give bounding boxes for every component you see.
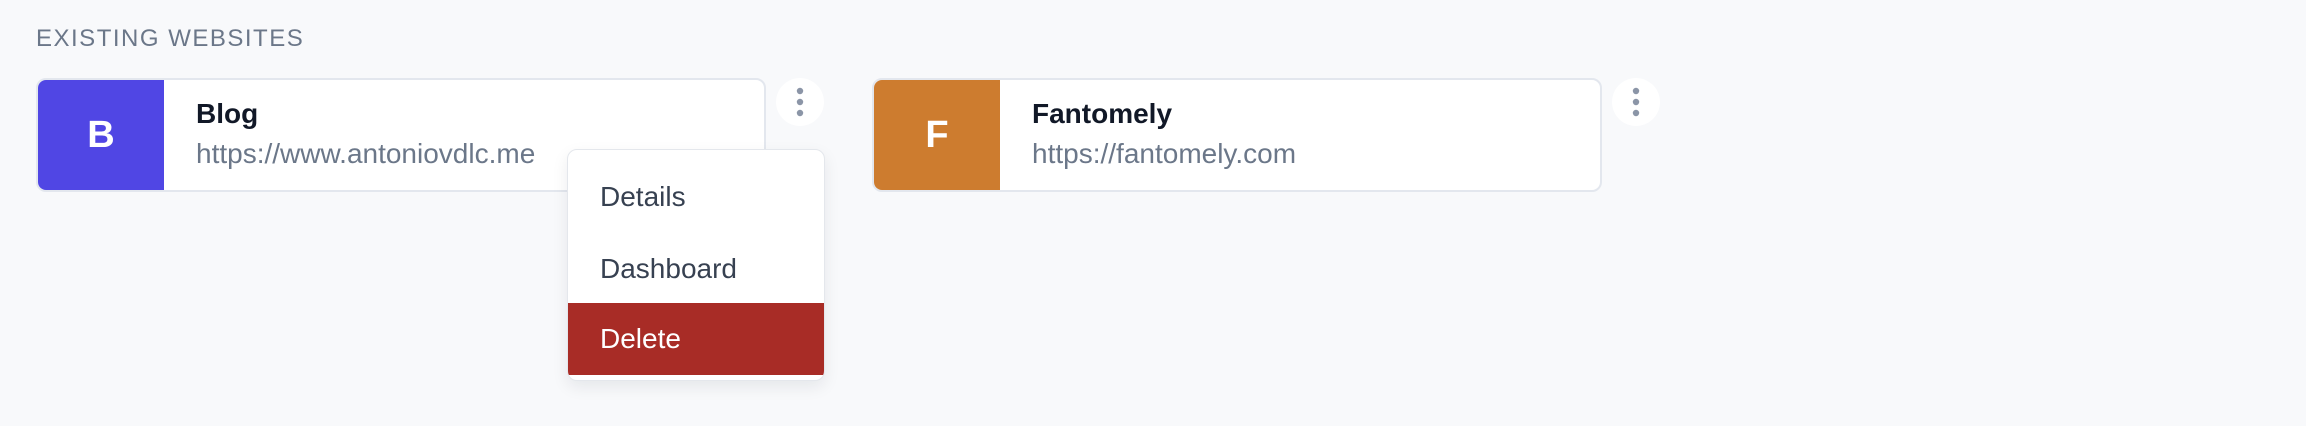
section-heading: EXISTING WEBSITES bbox=[36, 25, 305, 52]
website-name: Fantomely bbox=[1032, 98, 1173, 129]
website-avatar: F bbox=[874, 80, 1000, 190]
website-options-menu: Details Dashboard Delete bbox=[567, 149, 825, 381]
website-name: Blog bbox=[196, 98, 259, 129]
website-card-fantomely[interactable]: F Fantomely https://fantomely.com bbox=[872, 78, 1602, 192]
website-options-button[interactable] bbox=[1612, 78, 1660, 126]
more-vertical-icon bbox=[796, 87, 804, 117]
menu-item-dashboard[interactable]: Dashboard bbox=[568, 233, 824, 305]
menu-item-delete[interactable]: Delete bbox=[568, 303, 824, 375]
website-url: https://fantomely.com bbox=[1032, 138, 1297, 169]
website-avatar: B bbox=[38, 80, 164, 190]
website-options-button[interactable] bbox=[776, 78, 824, 126]
website-url: https://www.antoniovdlc.me bbox=[196, 138, 536, 169]
website-info: Fantomely https://fantomely.com bbox=[1000, 80, 1296, 190]
website-info: Blog https://www.antoniovdlc.me bbox=[164, 80, 535, 190]
more-vertical-icon bbox=[1632, 87, 1640, 117]
menu-item-details[interactable]: Details bbox=[568, 161, 824, 233]
